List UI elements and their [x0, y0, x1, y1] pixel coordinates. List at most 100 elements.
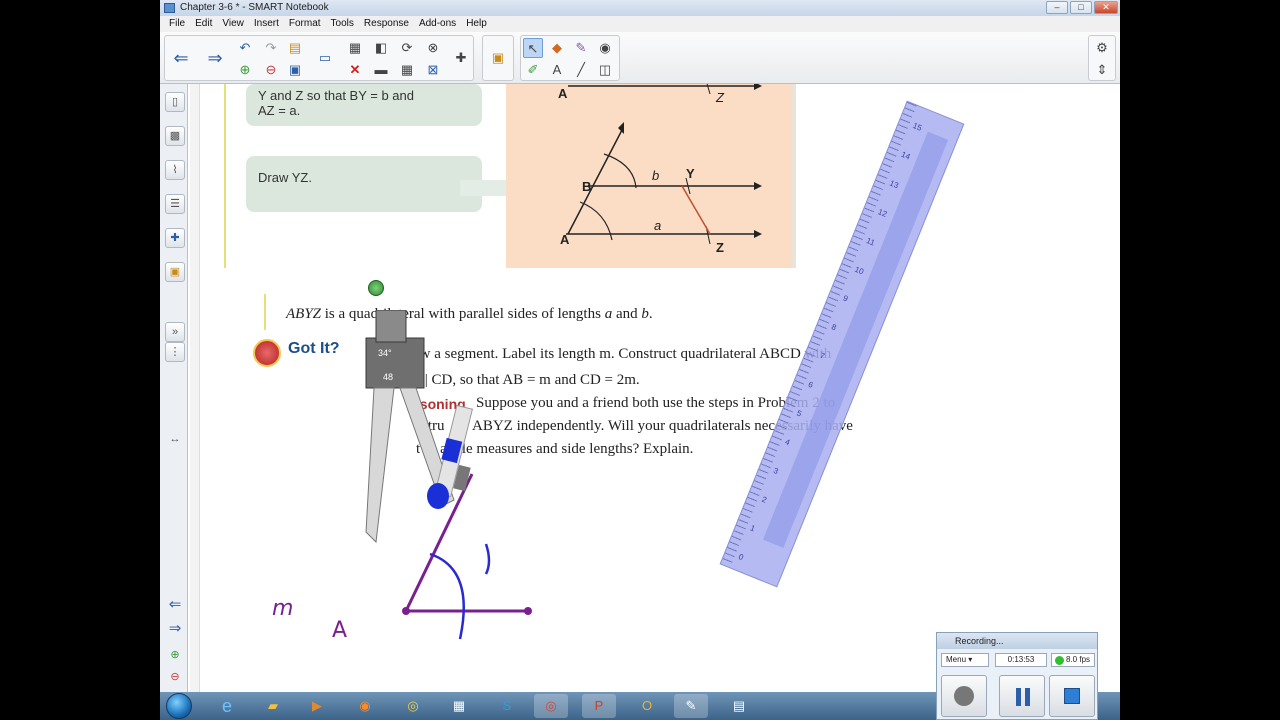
menu-format[interactable]: Format — [284, 16, 326, 32]
chrome-icon[interactable]: ◎ — [396, 694, 430, 718]
figure-svg — [566, 84, 762, 245]
rotate-handle[interactable] — [368, 280, 384, 296]
step1-line2: AZ = a. — [258, 103, 301, 118]
statement-and: and — [612, 306, 642, 322]
statement-end: . — [648, 306, 653, 322]
menu-addons[interactable]: Add-ons — [414, 16, 461, 32]
maximize-button[interactable]: □ — [1070, 1, 1092, 14]
recorder-menu-button[interactable]: Menu ▾ — [941, 653, 989, 667]
compass-tool[interactable] — [346, 310, 476, 550]
resize-icon[interactable]: ↔ — [165, 430, 185, 450]
stop-button[interactable] — [1049, 675, 1095, 717]
screen-shade-icon[interactable]: ▭ — [315, 48, 335, 68]
menu-file[interactable]: File — [164, 16, 190, 32]
outlook-icon[interactable]: O — [630, 694, 664, 718]
previous-page-icon[interactable]: ⇐ — [171, 48, 191, 68]
record-icon — [954, 686, 974, 706]
media-player-icon[interactable]: ▶ — [300, 694, 334, 718]
label-b: b — [652, 168, 660, 183]
start-button-icon[interactable] — [166, 693, 192, 719]
table-icon[interactable]: ▦ — [397, 60, 417, 80]
menu-tools[interactable]: Tools — [326, 16, 359, 32]
pause-button[interactable] — [999, 675, 1045, 717]
step1-line1: Y and Z so that BY = b and — [258, 88, 414, 103]
line-icon[interactable]: ╱ — [571, 60, 591, 80]
gear-icon[interactable]: ⚙ — [1092, 38, 1112, 58]
next-page-icon[interactable]: ⇒ — [205, 48, 225, 68]
firefox-icon[interactable]: ◉ — [348, 694, 382, 718]
statement-abyz: ABYZ — [286, 306, 322, 322]
gallery-icon[interactable]: ▩ — [165, 126, 185, 146]
response-icon[interactable]: ▣ — [488, 48, 508, 68]
recorder-menu-label: Menu — [946, 655, 967, 664]
step-box-2: Draw YZ. — [246, 156, 482, 212]
text-icon[interactable]: A — [547, 60, 567, 80]
close-button[interactable]: ✕ — [1094, 1, 1118, 14]
delete-icon[interactable]: ✕ — [345, 60, 365, 80]
addons-icon[interactable]: ✚ — [165, 228, 185, 248]
smart-notebook-taskbar-icon[interactable]: ✎ — [674, 694, 708, 718]
compass-angle-readout: 34° — [378, 348, 392, 358]
redo-icon[interactable]: ↷ — [261, 38, 281, 58]
back-arrow-icon[interactable]: ⇐ — [165, 596, 185, 616]
menu-insert[interactable]: Insert — [249, 16, 284, 32]
minimize-button[interactable]: – — [1046, 1, 1068, 14]
vertical-scrollbar[interactable] — [190, 84, 200, 692]
pens-icon[interactable]: ✐ — [523, 60, 543, 80]
pause-icon — [1016, 688, 1030, 706]
label-A: A — [560, 232, 570, 247]
notebook-page[interactable]: Y and Z so that BY = b and AZ = a. Draw … — [200, 84, 1120, 692]
zoom-icon[interactable]: ⊗ — [423, 38, 443, 58]
step-box-1: Y and Z so that BY = b and AZ = a. — [246, 84, 482, 126]
title-bar: Chapter 3-6 * - SMART Notebook – □ ✕ — [160, 0, 1120, 16]
properties-icon[interactable]: ☰ — [165, 194, 185, 214]
save-icon[interactable]: ▣ — [285, 60, 305, 80]
attachments-icon[interactable]: ⌇ — [165, 160, 185, 180]
response-tab-icon[interactable]: ▣ — [165, 262, 185, 282]
apps-icon[interactable]: ▦ — [442, 694, 476, 718]
fill-icon[interactable]: ◉ — [595, 38, 615, 58]
addon-icon[interactable]: ✚ — [451, 48, 471, 68]
page-sorter-icon[interactable]: ▯ — [165, 92, 185, 112]
label-Y: Y — [686, 166, 695, 181]
recorder-taskbar-icon[interactable]: ▤ — [722, 694, 756, 718]
side-tabs: ▯ ▩ ⌇ ☰ ✚ ▣ » ⋮ ↔ ⇐ ⇒ ⊕ ⊖ — [160, 84, 188, 692]
delete-page-icon[interactable]: ⊖ — [261, 60, 281, 80]
remove-page-side-icon[interactable]: ⊖ — [165, 668, 185, 688]
menu-response[interactable]: Response — [359, 16, 414, 32]
undo-icon[interactable]: ↶ — [235, 38, 255, 58]
forward-arrow-icon[interactable]: ⇒ — [165, 620, 185, 640]
eraser-icon[interactable]: ◫ — [595, 60, 615, 80]
magic-pen-icon[interactable]: ✎ — [571, 38, 591, 58]
screen-icon[interactable]: ▬ — [371, 60, 391, 80]
stop-icon — [1064, 688, 1080, 704]
add-page-icon[interactable]: ⊕ — [235, 60, 255, 80]
file-explorer-icon[interactable]: ▰ — [256, 694, 290, 718]
screenshot-icon[interactable]: ◧ — [371, 38, 391, 58]
select-icon[interactable]: ↖ — [523, 38, 543, 58]
collapse-tabs-icon[interactable]: » — [165, 322, 185, 342]
recording-title-bar: Recording... — [937, 633, 1097, 649]
internet-explorer-icon[interactable]: e — [210, 694, 244, 718]
handwritten-m: m — [272, 596, 294, 621]
grip-icon[interactable]: ⋮ — [165, 342, 185, 362]
add-page-side-icon[interactable]: ⊕ — [165, 646, 185, 666]
move-toolbar-icon[interactable]: ⇕ — [1092, 60, 1112, 80]
chrome-active-icon[interactable]: ◎ — [534, 694, 568, 718]
margin-line — [224, 84, 226, 268]
compass-value-readout: 48 — [383, 372, 394, 382]
menu-help[interactable]: Help — [461, 16, 492, 32]
skype-icon[interactable]: S — [490, 694, 524, 718]
fullscreen-icon[interactable]: ⊠ — [423, 60, 443, 80]
label-B: B — [582, 179, 592, 194]
shapes-icon[interactable]: ◆ — [547, 38, 567, 58]
powerpoint-icon[interactable]: P — [582, 694, 616, 718]
menu-view[interactable]: View — [217, 16, 249, 32]
menu-edit[interactable]: Edit — [190, 16, 217, 32]
app-icon — [164, 3, 175, 13]
rotate-icon[interactable]: ⟳ — [397, 38, 417, 58]
toolbar-group-response: ▣ — [482, 35, 514, 81]
open-icon[interactable]: ▤ — [285, 38, 305, 58]
paste-icon[interactable]: ▦ — [345, 38, 365, 58]
record-button[interactable] — [941, 675, 987, 717]
